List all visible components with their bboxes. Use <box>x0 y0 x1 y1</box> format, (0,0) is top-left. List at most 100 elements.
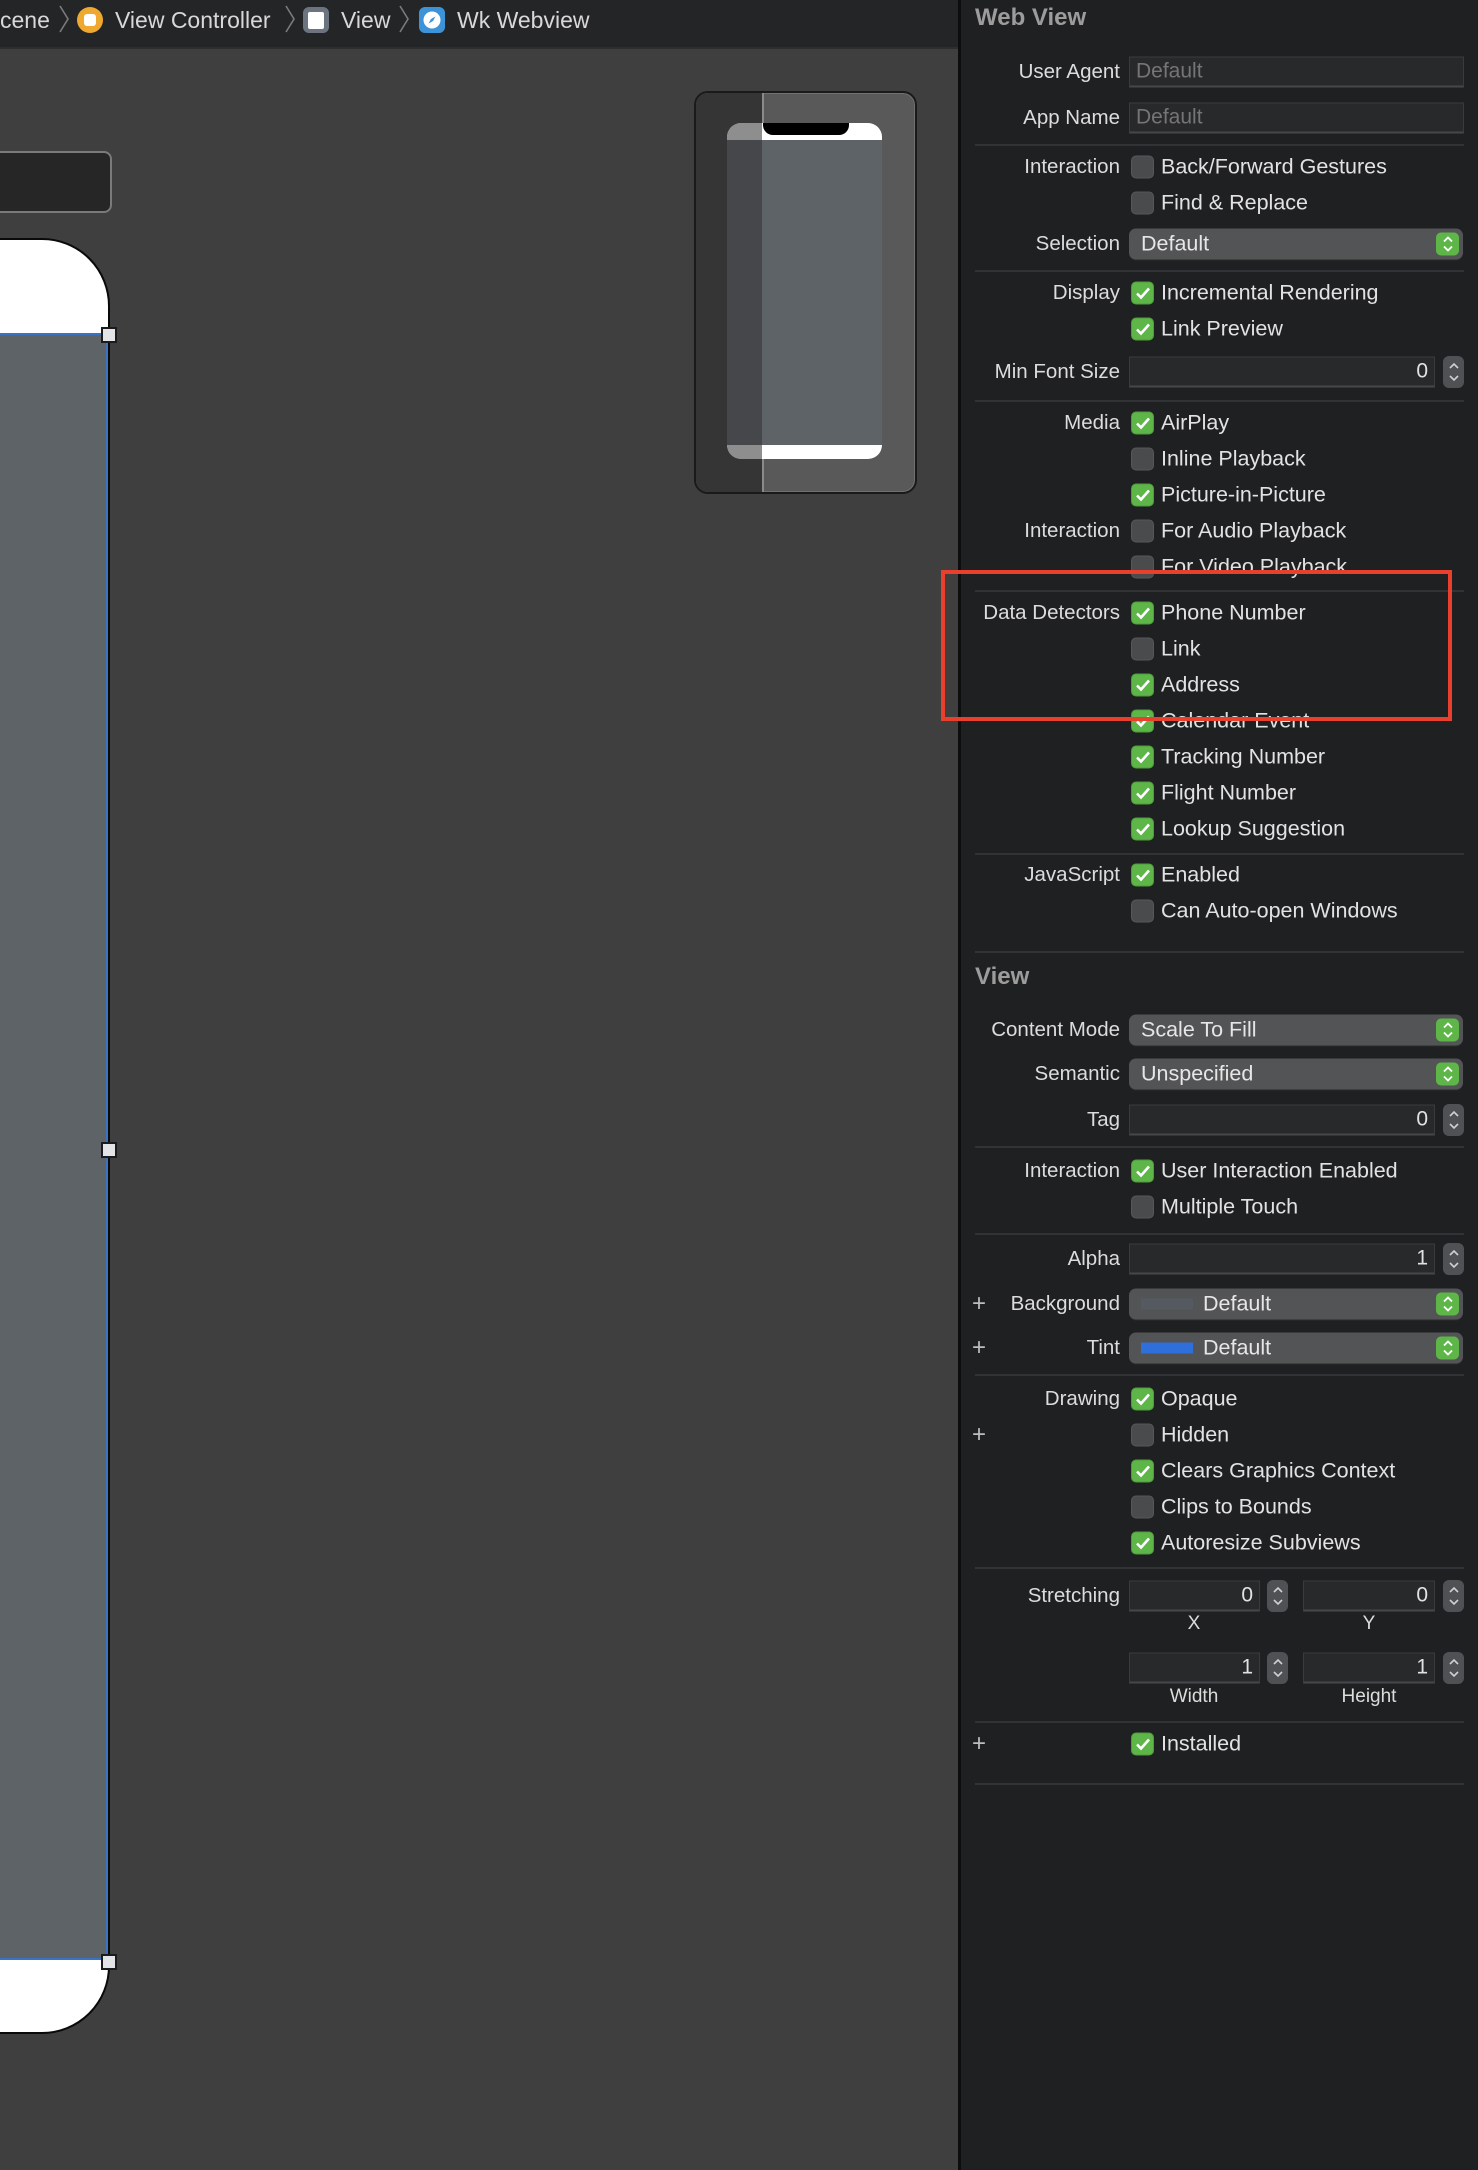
app-name-field[interactable] <box>1129 102 1464 134</box>
address-checkbox[interactable] <box>1131 673 1154 697</box>
content-mode-popup[interactable]: Scale To Fill <box>1129 1014 1463 1046</box>
stretching-width-field[interactable]: 1 <box>1129 1652 1260 1684</box>
min-font-size-stepper[interactable] <box>1443 356 1464 388</box>
opaque-label: Opaque <box>1161 1386 1238 1411</box>
stretching-x-stepper[interactable] <box>1267 1580 1288 1612</box>
checkmark-icon <box>1135 1393 1150 1405</box>
stepper-arrows-icon <box>1448 1658 1459 1678</box>
divider <box>975 400 1464 402</box>
section-title-web-view: Web View <box>975 4 1087 31</box>
autoresize-subviews-label: Autoresize Subviews <box>1161 1530 1361 1555</box>
stepper-arrows-icon <box>1448 1586 1459 1606</box>
for-video-playback-checkbox[interactable] <box>1131 555 1154 579</box>
link-label: Link <box>1161 636 1201 661</box>
selection-label: Selection <box>1035 232 1120 255</box>
stretching-height-stepper[interactable] <box>1443 1652 1464 1684</box>
minimap-device <box>727 123 882 459</box>
tag-label: Tag <box>1086 1108 1120 1131</box>
link-checkbox[interactable] <box>1131 637 1154 661</box>
tint-color-popup[interactable]: Default <box>1129 1332 1463 1364</box>
stretching-height-field[interactable]: 1 <box>1303 1652 1435 1684</box>
divider <box>975 1233 1464 1235</box>
section-title-view: View <box>975 963 1030 990</box>
alpha-stepper[interactable] <box>1443 1243 1464 1275</box>
add-variation-hidden-button[interactable]: + <box>972 1423 986 1447</box>
incremental-rendering-checkbox[interactable] <box>1131 281 1154 305</box>
clears-graphics-context-checkbox[interactable] <box>1131 1459 1154 1483</box>
tracking-number-label: Tracking Number <box>1161 744 1326 769</box>
breadcrumb-item-view-controller[interactable]: View Controller <box>77 0 271 40</box>
divider <box>975 853 1464 855</box>
add-variation-installed-button[interactable]: + <box>972 1732 986 1756</box>
add-variation-tint-button[interactable]: + <box>972 1336 986 1360</box>
scene-dock[interactable] <box>0 151 112 213</box>
breadcrumb-label: View Controller <box>115 6 271 33</box>
alpha-field[interactable]: 1 <box>1129 1243 1435 1275</box>
tracking-number-checkbox[interactable] <box>1131 745 1154 769</box>
hidden-checkbox[interactable] <box>1131 1423 1154 1447</box>
find-replace-checkbox[interactable] <box>1131 191 1154 215</box>
calendar-event-checkbox[interactable] <box>1131 709 1154 733</box>
stepper-arrows-icon <box>1448 362 1459 382</box>
opaque-checkbox[interactable] <box>1131 1387 1154 1411</box>
tag-field[interactable]: 0 <box>1129 1104 1435 1136</box>
user-interaction-enabled-checkbox[interactable] <box>1131 1159 1154 1183</box>
breadcrumb-item-wk-webview[interactable]: Wk Webview <box>419 0 590 40</box>
background-color-swatch <box>1141 1298 1193 1310</box>
lookup-suggestion-label: Lookup Suggestion <box>1161 816 1346 841</box>
picture-in-picture-checkbox[interactable] <box>1131 483 1154 507</box>
view-icon <box>303 7 329 33</box>
link-preview-checkbox[interactable] <box>1131 317 1154 341</box>
lookup-suggestion-checkbox[interactable] <box>1131 817 1154 841</box>
airplay-checkbox[interactable] <box>1131 411 1154 435</box>
selection-popup[interactable]: Default <box>1129 228 1463 260</box>
back-forward-gestures-checkbox[interactable] <box>1131 155 1154 179</box>
stretching-x-label: X <box>1187 1613 1201 1634</box>
javascript-enabled-checkbox[interactable] <box>1131 863 1154 887</box>
for-audio-playback-checkbox[interactable] <box>1131 519 1154 543</box>
background-color-popup[interactable]: Default <box>1129 1288 1463 1320</box>
phone-number-label: Phone Number <box>1161 600 1306 625</box>
installed-checkbox[interactable] <box>1131 1732 1154 1756</box>
add-variation-background-button[interactable]: + <box>972 1292 986 1316</box>
canvas-minimap[interactable] <box>694 91 917 494</box>
resize-handle-right[interactable] <box>101 1142 117 1158</box>
phone-number-checkbox[interactable] <box>1131 601 1154 625</box>
chevron-right-icon <box>399 5 409 33</box>
stretching-y-field[interactable]: 0 <box>1303 1580 1435 1612</box>
breadcrumb-item-view[interactable]: View <box>303 0 390 40</box>
semantic-popup[interactable]: Unspecified <box>1129 1058 1463 1090</box>
stepper-arrows-icon <box>1272 1586 1283 1606</box>
stretching-width-stepper[interactable] <box>1267 1652 1288 1684</box>
breadcrumb-item-scene[interactable]: cene <box>0 0 50 40</box>
up-down-arrows-icon <box>1436 232 1459 256</box>
calendar-event-label: Calendar Event <box>1161 708 1310 733</box>
divider <box>975 1146 1464 1148</box>
up-down-arrows-icon <box>1436 1018 1459 1042</box>
breadcrumb-label: cene <box>0 6 50 33</box>
can-auto-open-windows-checkbox[interactable] <box>1131 899 1154 923</box>
autoresize-subviews-checkbox[interactable] <box>1131 1531 1154 1555</box>
divider <box>975 1567 1464 1569</box>
wk-webview-selected[interactable] <box>0 333 108 1960</box>
breadcrumb-label: Wk Webview <box>457 6 590 33</box>
display-label: Display <box>1052 281 1120 304</box>
flight-number-checkbox[interactable] <box>1131 781 1154 805</box>
hidden-label: Hidden <box>1161 1422 1230 1447</box>
min-font-size-field[interactable]: 0 <box>1129 356 1435 388</box>
stretching-x-field[interactable]: 0 <box>1129 1580 1260 1612</box>
user-agent-field[interactable] <box>1129 56 1464 88</box>
divider <box>975 951 1464 953</box>
clips-to-bounds-checkbox[interactable] <box>1131 1495 1154 1519</box>
inline-playback-checkbox[interactable] <box>1131 447 1154 471</box>
up-down-arrows-icon <box>1436 1062 1459 1086</box>
stretching-y-stepper[interactable] <box>1443 1580 1464 1612</box>
tag-stepper[interactable] <box>1443 1104 1464 1136</box>
resize-handle-bottom-right[interactable] <box>101 1954 117 1970</box>
flight-number-label: Flight Number <box>1161 780 1297 805</box>
tint-label: Tint <box>1086 1336 1120 1359</box>
resize-handle-top-right[interactable] <box>101 327 117 343</box>
multiple-touch-checkbox[interactable] <box>1131 1195 1154 1219</box>
checkmark-icon <box>1135 679 1150 691</box>
checkmark-icon <box>1135 751 1150 763</box>
